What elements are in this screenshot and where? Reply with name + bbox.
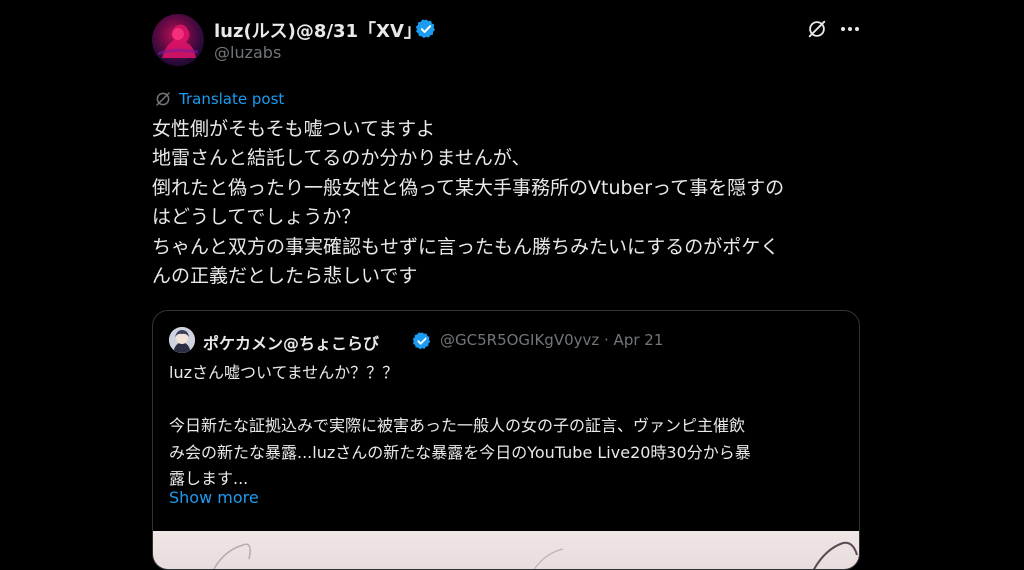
quoted-verified-badge-icon <box>412 332 431 350</box>
post-text-line: 女性側がそもそも嘘ついてますよ <box>152 118 436 140</box>
more-options-icon[interactable] <box>838 18 862 40</box>
grok-icon[interactable] <box>806 18 828 40</box>
quoted-post[interactable]: ポケカメン@ちょこらび @GC5R5OGIKgV0yvz · Apr 21 lu… <box>152 310 860 570</box>
translate-icon <box>156 92 170 106</box>
post: luz(ルス)@8/31「XV」 @luzabs Translate post … <box>0 0 1024 570</box>
show-more-link[interactable]: Show more <box>169 488 259 507</box>
post-text: 女性側がそもそも嘘ついてますよ 地雷さんと結託してるのか分かりませんが、 倒れた… <box>152 115 852 291</box>
quoted-post-text: luzさん嘘ついてませんか？？？ 今日新たな証拠込みで実際に被害あった一般人の女… <box>169 360 849 493</box>
post-text-line: 倒れたと偽ったり一般女性と偽って某大手事務所のVtuberって事を隠すの <box>152 176 785 199</box>
post-text-line: はどうしてでしょうか？ <box>152 206 361 229</box>
quoted-text-line: luzさん嘘ついてませんか？？？ <box>169 363 399 382</box>
quoted-author-avatar[interactable] <box>169 327 195 353</box>
quoted-media-image[interactable] <box>153 531 859 569</box>
author-handle[interactable]: @luzabs <box>214 43 281 62</box>
quoted-handle-date[interactable]: @GC5R5OGIKgV0yvz · Apr 21 <box>440 331 663 349</box>
quoted-text-line: 今日新たな証拠込みで実際に被害あった一般人の女の子の証言、ヴァンピ主催飲 <box>169 416 746 435</box>
post-text-line: ちゃんと双方の事実確認もせずに言ったもん勝ちみたいにするのがポケく <box>152 235 780 258</box>
quoted-text-line <box>169 387 849 414</box>
post-text-line: 地雷さんと結託してるのか分かりませんが、 <box>152 147 531 170</box>
author-name[interactable]: luz(ルス)@8/31「XV」 <box>214 17 422 43</box>
quoted-author-name[interactable]: ポケカメン@ちょこらび <box>203 330 379 354</box>
post-text-line: んの正義だとしたら悲しいです <box>152 265 418 288</box>
translate-row[interactable]: Translate post <box>154 89 284 109</box>
author-avatar[interactable] <box>152 14 204 66</box>
quoted-text-line: み会の新たな暴露...luzさんの新たな暴露を今日のYouTube Live20… <box>169 442 751 462</box>
quoted-text-line: 露します... <box>169 469 249 488</box>
translate-post-link[interactable]: Translate post <box>179 90 284 108</box>
verified-badge-icon <box>415 19 435 39</box>
